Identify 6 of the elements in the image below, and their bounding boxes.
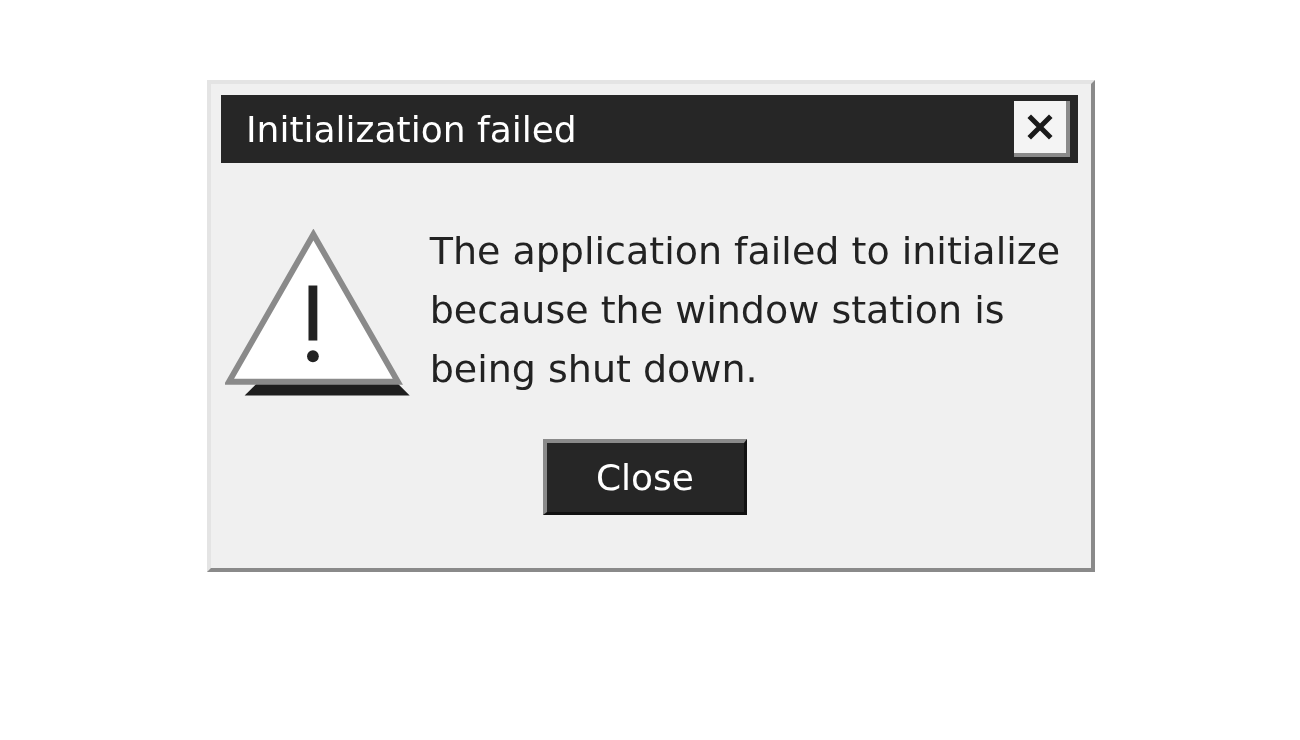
close-icon	[1027, 114, 1053, 140]
dialog-button[interactable]: Close	[542, 439, 747, 515]
window-title: Initialization failed	[246, 108, 577, 150]
close-button[interactable]	[1014, 101, 1070, 157]
error-message: The application failed to initialize because the window station is being shut down.	[429, 227, 1062, 393]
warning-icon	[225, 229, 410, 399]
